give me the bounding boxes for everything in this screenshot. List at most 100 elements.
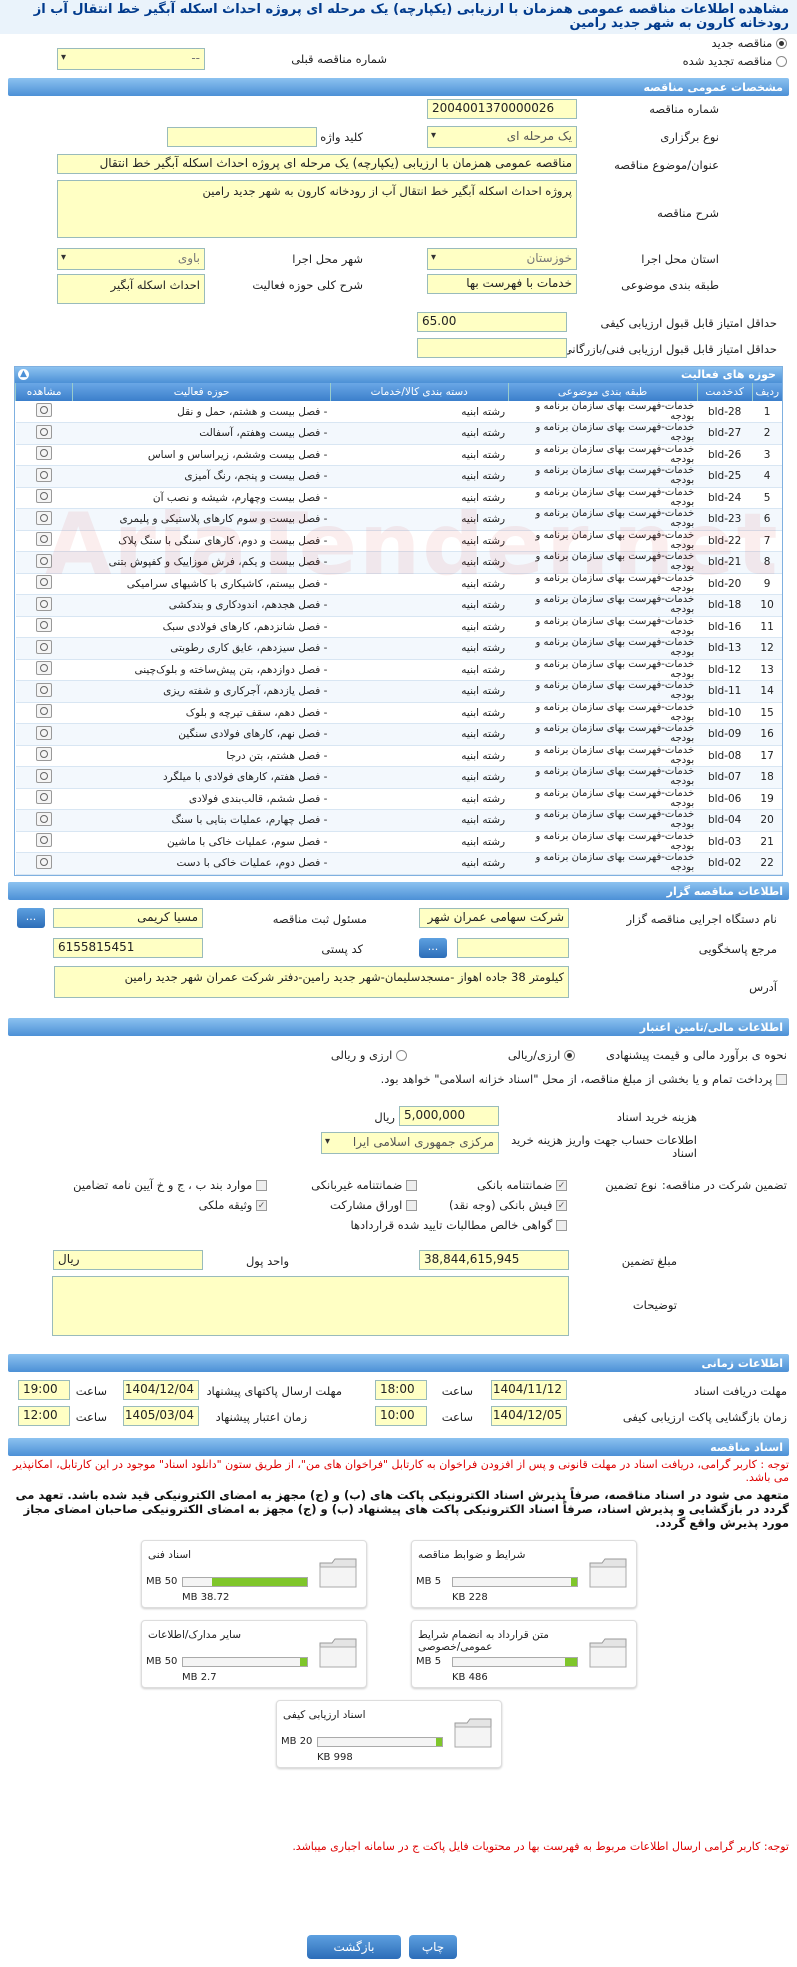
province-select[interactable]: خوزستان ▾ [427,248,577,270]
cell-code: bld-27 [697,422,753,445]
cell-scope: - فصل شانزدهم، کارهای فولادی سبک [72,616,331,638]
document-card[interactable]: سایر مدارک/اطلاعات 50 MB 2.7 MB [141,1619,367,1688]
view-icon[interactable] [36,467,53,482]
notes-field [52,1275,569,1336]
guarantee-opt-2[interactable]: ضمانتنامه غیربانکی [311,1178,417,1192]
table-row: 6 bld-23 خدمات-فهرست بهای سازمان برنامه و … [15,508,782,531]
view-icon[interactable] [36,854,53,869]
radio-rial[interactable]: ارزی/ریالی [508,1048,575,1062]
document-card[interactable]: متن قرارداد به انضمام شرایط عمومی/خصوصی 5… [411,1619,637,1688]
view-icon[interactable] [36,833,53,848]
guarantee-opt-7[interactable]: گواهی خالص مطالبات تایید شده قراردادها [350,1218,567,1232]
radio-both[interactable]: ارزی و ریالی [331,1048,407,1062]
view-icon[interactable] [36,725,53,740]
column-header[interactable]: دسته بندی کالا/خدمات [329,383,509,401]
view-icon[interactable] [36,575,53,590]
view-icon[interactable] [36,747,53,762]
ref-lookup-button[interactable]: ... [419,937,447,958]
responsible-lookup-button[interactable]: ... [17,907,45,928]
document-card[interactable]: اسناد فنی 50 MB 38.72 MB [141,1539,367,1608]
view-icon[interactable] [36,403,53,417]
responsible-label: مسئول ثبت مناقصه [272,911,367,926]
view-icon[interactable] [36,618,53,633]
cell-view [15,594,73,617]
view-icon[interactable] [36,790,53,805]
docs-files: شرایط و ضوابط مناقصه 5 MB 228 KB اسناد فنی 5… [0,1532,797,1832]
cell-n: 20 [752,809,782,832]
table-row: 21 bld-03 خدمات-فهرست بهای سازمان برنامه و… [15,831,782,853]
table-row: 14 bld-11 خدمات-فهرست بهای سازمان برنامه و… [15,680,782,703]
keyword-field[interactable] [167,127,317,147]
cell-group: رشته ابنیه [330,766,509,789]
holding-label: نوع برگزاری [660,130,719,144]
document-max-size: 5 MB [416,1575,442,1587]
cell-n: 1 [752,401,782,423]
view-icon[interactable] [36,424,53,439]
guarantee-opt-4[interactable]: ✓ فیش بانکی (وجه نقد) [449,1198,567,1212]
cell-cat: خدمات-فهرست بهای سازمان برنامه و بودجه [508,401,698,423]
checkbox-icon[interactable] [776,1073,787,1085]
city-select[interactable]: باوی ▾ [57,248,205,270]
column-header[interactable]: ردیف [751,383,782,401]
radio-icon [776,56,787,67]
docs-note-3: توجه: کاربر گرامی ارسال اطلاعات مربوط به… [292,1839,789,1853]
document-name: اسناد ارزیابی کیفی [283,1708,366,1721]
guarantee-opt-6[interactable]: ✓ وثیقه ملکی [199,1198,267,1212]
view-icon[interactable] [36,682,53,697]
table-row: 17 bld-08 خدمات-فهرست بهای سازمان برنامه و… [15,745,782,767]
postal-field: 6155815451 [53,937,203,958]
chevron-down-icon: ▾ [61,52,67,63]
guarantee-opt-1[interactable]: ✓ ضمانتنامه بانکی [477,1178,567,1192]
radio-new[interactable]: مناقصه جدید [712,36,787,50]
radio-rial-label: ارزی/ریالی [507,1047,561,1062]
cell-code: bld-06 [697,788,753,810]
guarantee-opt-3[interactable]: موارد بند ب ، ج و خ آیین نامه تضامین [73,1178,267,1192]
cell-scope: - فصل بیست وششم، زیراساس و اساس [72,444,331,466]
collapse-icon[interactable]: ▲ [18,369,29,380]
cell-scope: - فصل بیست و دوم، کارهای سنگی با سنگ پلا… [72,530,331,552]
view-icon[interactable] [36,661,53,676]
min-tech-label: حداقل امتیاز قابل قبول ارزیابی فنی/بازرگ… [562,342,777,356]
view-icon[interactable] [36,510,53,525]
category-field: خدمات با فهرست بها [427,274,577,294]
view-icon[interactable] [36,811,53,826]
view-icon[interactable] [36,532,53,547]
table-row: 5 bld-24 خدمات-فهرست بهای سازمان برنامه و … [15,487,782,509]
view-icon[interactable] [36,639,53,654]
guarantee-opt-5[interactable]: اوراق مشارکت [330,1198,417,1212]
radio-renewed[interactable]: مناقصه تجدید شده [683,54,787,68]
cell-code: bld-22 [697,530,753,552]
document-card[interactable]: شرایط و ضوابط مناقصه 5 MB 228 KB [411,1539,637,1608]
account-select[interactable]: مرکزی جمهوری اسلامی ایرا ▾ [321,1131,499,1154]
column-header[interactable]: حوزه فعالیت [72,383,331,401]
general-form: شماره مناقصه 2004001370000026 نوع برگزار… [0,96,797,304]
holding-select[interactable]: یک مرحله ای ▾ [427,126,577,148]
treasury-row: پرداخت تمام و یا بخشی از مبلغ مناقصه، از… [7,1072,787,1087]
cell-n: 18 [752,766,782,789]
view-icon[interactable] [36,596,53,611]
cell-scope: - فصل سیزدهم، عایق کاری رطوبتی [72,637,331,660]
view-icon[interactable] [36,768,53,783]
print-button[interactable]: چاپ [409,1935,457,1959]
cell-scope: - فصل هشتم، بتن درجا [72,745,331,767]
back-button[interactable]: بازگشت [307,1935,401,1959]
time-label: ساعت [75,1383,107,1398]
timing-form: مهلت دریافت اسناد 1404/11/12 ساعت 18:00 … [0,1372,797,1432]
column-header[interactable]: کدخدمت [696,383,753,401]
column-header[interactable]: مشاهده [14,383,73,401]
cell-scope: - فصل بیست وچهارم، شیشه و نصب آن [72,487,331,509]
view-icon[interactable] [36,553,53,568]
view-icon[interactable] [36,446,53,461]
send-label: مهلت ارسال پاکتهای پیشنهاد [206,1383,342,1398]
folder-icon [589,1558,627,1587]
cell-view [15,573,73,595]
cell-cat: خدمات-فهرست بهای سازمان برنامه و بودجه [508,508,698,531]
view-icon[interactable] [36,489,53,504]
view-icon[interactable] [36,704,53,719]
prev-number-select[interactable]: -- ▾ [57,48,205,70]
table-row: 15 bld-10 خدمات-فهرست بهای سازمان برنامه و… [15,702,782,724]
cell-cat: خدمات-فهرست بهای سازمان برنامه و بودجه [508,680,698,703]
document-card[interactable]: اسناد ارزیابی کیفی 20 MB 998 KB [276,1699,502,1768]
column-header[interactable]: طبقه بندی موضوعی [507,383,698,401]
cell-view [15,444,73,466]
